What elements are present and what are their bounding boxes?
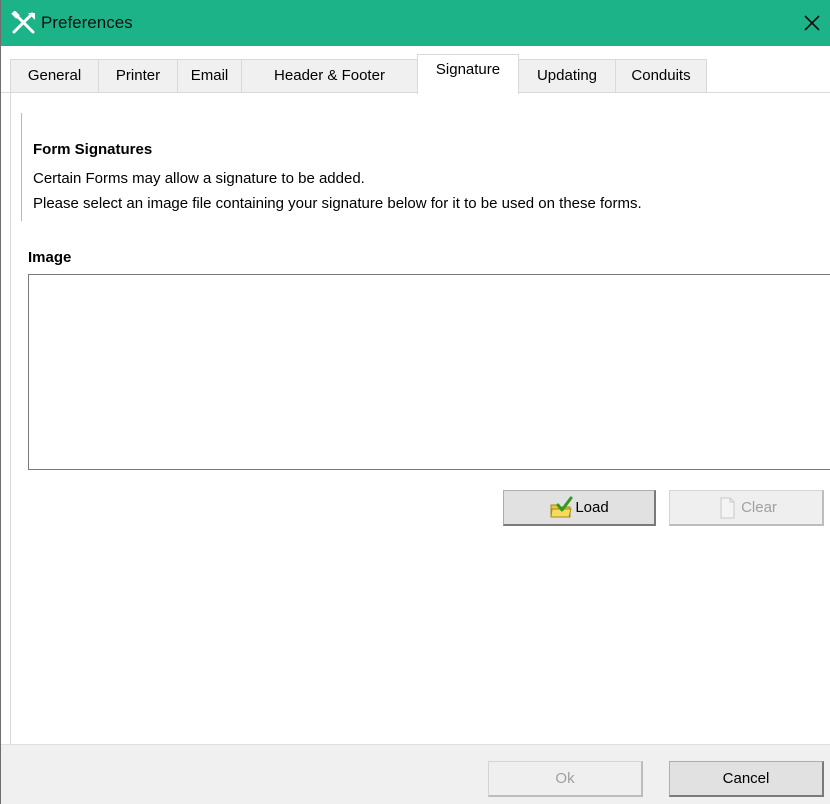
close-icon <box>804 15 820 31</box>
tab-strip: General Printer Email Header & Footer Si… <box>1 46 830 94</box>
tab-signature[interactable]: Signature <box>417 54 519 94</box>
dialog-footer: Ok Cancel <box>1 744 830 804</box>
folder-check-icon <box>550 496 573 517</box>
tab-conduits[interactable]: Conduits <box>615 59 707 92</box>
signature-description-line-2: Please select an image file containing y… <box>33 195 642 212</box>
title-bar[interactable]: Preferences <box>1 0 830 46</box>
clear-button[interactable]: Clear <box>669 490 824 526</box>
tab-email[interactable]: Email <box>177 59 242 92</box>
image-label: Image <box>28 249 72 266</box>
signature-image-preview <box>28 274 830 470</box>
blank-document-icon <box>720 497 735 518</box>
form-signatures-heading: Form Signatures <box>33 141 153 158</box>
form-signatures-group: Form Signatures Certain Forms may allow … <box>21 113 823 221</box>
tab-updating[interactable]: Updating <box>518 59 616 92</box>
clear-button-label: Clear <box>741 499 777 516</box>
close-button[interactable] <box>793 0 830 46</box>
tab-header-footer[interactable]: Header & Footer <box>241 59 418 92</box>
window-title: Preferences <box>41 13 133 32</box>
tab-general[interactable]: General <box>10 59 99 92</box>
signature-description-line-1: Certain Forms may allow a signature to b… <box>33 170 365 187</box>
load-button[interactable]: Load <box>503 490 656 526</box>
tab-printer[interactable]: Printer <box>98 59 178 92</box>
signature-panel: Form Signatures Certain Forms may allow … <box>10 93 830 744</box>
tools-icon <box>11 11 35 34</box>
ok-button[interactable]: Ok <box>488 761 643 797</box>
cancel-button[interactable]: Cancel <box>669 761 824 797</box>
load-button-label: Load <box>575 499 609 516</box>
preferences-window: Preferences General Printer Email Header… <box>0 0 830 804</box>
